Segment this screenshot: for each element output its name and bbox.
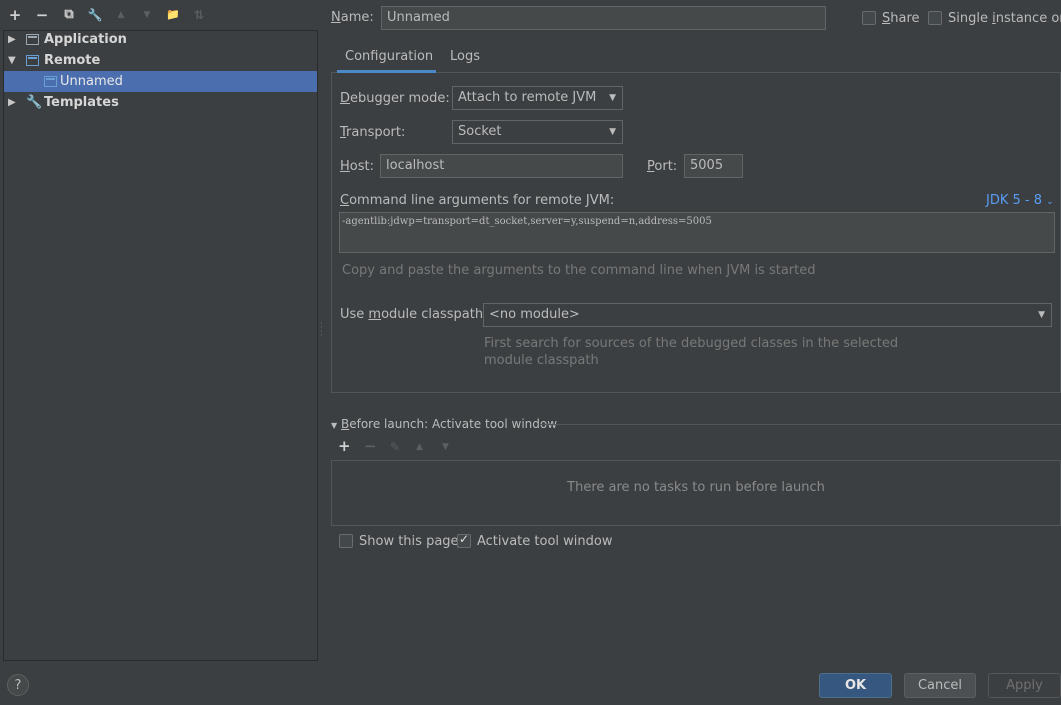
- cancel-button[interactable]: Cancel: [904, 673, 976, 698]
- tree-item-label: Unnamed: [60, 74, 123, 89]
- remote-config-icon: [44, 76, 57, 87]
- show-page-label[interactable]: Show this page: [359, 534, 459, 549]
- before-launch-divider: [540, 424, 1061, 425]
- move-down-icon[interactable]: ▼: [138, 5, 156, 25]
- tree-item-templates[interactable]: ▶ 🔧 Templates: [4, 92, 317, 113]
- transport-value: Socket: [458, 124, 502, 139]
- module-hint-line-2: module classpath: [484, 353, 599, 368]
- tree-item-application[interactable]: ▶ Application: [4, 29, 317, 50]
- empty-tasks-text: There are no tasks to run before launch: [567, 480, 825, 495]
- apply-button[interactable]: Apply: [988, 673, 1061, 698]
- transport-label: Transport:: [340, 125, 406, 140]
- wrench-icon: 🔧: [26, 95, 43, 110]
- share-label[interactable]: Share: [882, 11, 920, 26]
- activate-tool-window-checkbox[interactable]: [457, 532, 471, 548]
- splitter-handle[interactable]: · · · ·: [320, 320, 324, 342]
- tree-item-label: Templates: [44, 95, 119, 110]
- debugger-mode-select[interactable]: Attach to remote JVM ▼: [452, 86, 623, 110]
- edit-task-icon[interactable]: ✎: [390, 440, 400, 454]
- remove-icon[interactable]: −: [33, 5, 51, 25]
- tree-item-unnamed[interactable]: Unnamed: [4, 71, 317, 92]
- ok-button[interactable]: OK: [819, 673, 892, 698]
- jdk-version-link[interactable]: JDK 5 - 8 ⌄: [986, 193, 1054, 208]
- module-classpath-select[interactable]: <no module> ▼: [483, 303, 1052, 327]
- folder-icon[interactable]: 📁: [164, 5, 182, 25]
- collapse-arrow-icon[interactable]: ▼: [8, 50, 16, 71]
- wrench-icon[interactable]: 🔧: [86, 5, 104, 25]
- before-launch-task-list[interactable]: There are no tasks to run before launch: [331, 460, 1061, 526]
- application-icon: [26, 34, 39, 45]
- remove-task-icon[interactable]: −: [364, 437, 377, 455]
- host-label: Host:: [340, 159, 374, 174]
- expand-arrow-icon[interactable]: ▶: [8, 92, 16, 113]
- single-instance-checkbox[interactable]: [928, 11, 942, 25]
- help-button[interactable]: ?: [7, 674, 29, 696]
- debugger-mode-value: Attach to remote JVM: [458, 90, 597, 105]
- module-hint-line-1: First search for sources of the debugged…: [484, 336, 899, 351]
- tree-item-label: Remote: [44, 53, 101, 68]
- port-label: Port:: [647, 159, 678, 174]
- move-task-down-icon[interactable]: ▼: [442, 442, 449, 452]
- before-launch-title[interactable]: ▼ Before launch: Activate tool window: [331, 417, 557, 431]
- activate-tool-window-label[interactable]: Activate tool window: [477, 534, 612, 549]
- share-checkbox[interactable]: [862, 11, 876, 25]
- tab-logs[interactable]: Logs: [450, 49, 480, 73]
- remote-icon: [26, 55, 39, 66]
- port-input[interactable]: 5005: [684, 154, 743, 178]
- add-task-icon[interactable]: +: [338, 437, 351, 455]
- name-input[interactable]: Unnamed: [381, 6, 826, 30]
- cmd-args-label: Command line arguments for remote JVM:: [340, 193, 615, 208]
- tree-item-label: Application: [44, 32, 127, 47]
- collapse-arrow-icon: ▼: [331, 421, 338, 430]
- copy-icon[interactable]: ⧉: [60, 5, 78, 25]
- dialog-footer: [0, 661, 1061, 705]
- module-value: <no module>: [489, 307, 580, 322]
- chevron-down-icon: ⌄: [1046, 197, 1054, 207]
- sort-icon[interactable]: ⇅: [190, 5, 208, 25]
- cmd-args-textarea[interactable]: -agentlib:jdwp=transport=dt_socket,serve…: [339, 212, 1055, 253]
- dropdown-arrow-icon: ▼: [609, 127, 616, 137]
- name-label: Name:: [331, 10, 374, 25]
- transport-select[interactable]: Socket ▼: [452, 120, 623, 144]
- module-classpath-label: Use module classpath:: [340, 307, 488, 322]
- expand-arrow-icon[interactable]: ▶: [8, 29, 16, 50]
- single-instance-label[interactable]: Single instance only: [948, 11, 1061, 26]
- dropdown-arrow-icon: ▼: [609, 93, 616, 103]
- cmd-args-hint: Copy and paste the arguments to the comm…: [342, 263, 816, 278]
- show-page-checkbox[interactable]: [339, 534, 353, 548]
- tree-item-remote[interactable]: ▼ Remote: [4, 50, 317, 71]
- dropdown-arrow-icon: ▼: [1038, 310, 1045, 320]
- tab-configuration[interactable]: Configuration: [337, 49, 436, 73]
- move-up-icon[interactable]: ▲: [112, 5, 130, 25]
- config-tree[interactable]: ▶ Application ▼ Remote Unnamed ▶ 🔧 Templ…: [3, 30, 318, 661]
- run-config-toolbar: + − ⧉ 🔧 ▲ ▼ 📁 ⇅: [0, 0, 318, 30]
- move-task-up-icon[interactable]: ▲: [416, 442, 423, 452]
- host-input[interactable]: localhost: [380, 154, 623, 178]
- debugger-mode-label: Debugger mode:: [340, 91, 450, 106]
- add-icon[interactable]: +: [6, 5, 24, 25]
